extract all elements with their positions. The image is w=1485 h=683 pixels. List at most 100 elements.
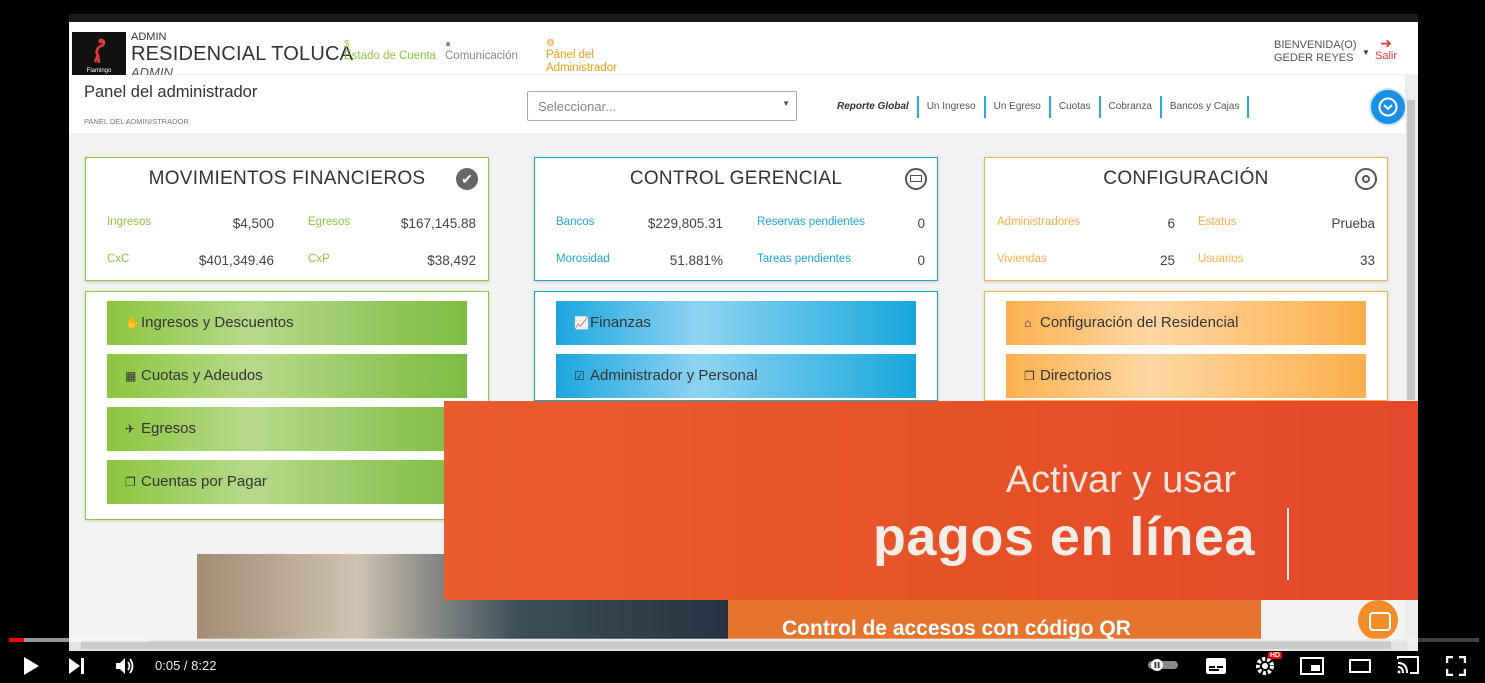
fullscreen-icon — [1445, 655, 1467, 677]
subtitles-icon — [1206, 658, 1226, 674]
house-gear-icon: ⌂ — [1024, 316, 1032, 330]
card-configuracion: CONFIGURACIÓN Administradores 6 Estatus … — [984, 157, 1388, 281]
welcome-line1: BIENVENIDA(O) — [1274, 39, 1357, 51]
flamingo-logo[interactable]: Flamingo — [72, 32, 126, 80]
ingresos-descuentos-button[interactable]: ✋Ingresos y Descuentos — [107, 301, 467, 345]
miniplayer-button[interactable] — [1300, 657, 1324, 680]
link-reporte-global[interactable]: Reporte Global — [829, 96, 919, 118]
chat-widget-button[interactable] — [1358, 600, 1398, 640]
dollar-icon: $ — [344, 39, 350, 50]
miniplayer-icon — [1300, 657, 1324, 675]
money-icon — [905, 168, 927, 190]
stat-label: Ingresos — [107, 216, 152, 228]
directorios-button[interactable]: ❐ Directorios — [1006, 354, 1366, 398]
stat-label: CxP — [308, 253, 330, 265]
chevron-down-circle-icon — [1378, 97, 1398, 117]
finanzas-button[interactable]: 📈Finanzas — [556, 301, 916, 345]
stat-value: 6 — [1167, 216, 1175, 231]
button-label: Egresos — [141, 420, 197, 437]
nav-label: Estado de Cuenta — [344, 50, 437, 62]
stat-label: Reservas pendientes — [757, 216, 866, 228]
hd-badge: HD — [1268, 652, 1283, 659]
link-cobranza[interactable]: Cobranza — [1101, 96, 1162, 118]
theater-mode-icon — [1349, 659, 1371, 673]
report-links: Reporte Global Un Ingreso Un Egreso Cuot… — [829, 96, 1250, 118]
logo-text: Flamingo — [86, 68, 112, 74]
played-bar — [9, 638, 24, 642]
documents-icon: ❐ — [1024, 369, 1035, 383]
stat-value: Prueba — [1331, 216, 1375, 231]
subtitles-button[interactable] — [1205, 657, 1227, 680]
stat-label: Bancos — [556, 216, 595, 228]
video-player[interactable]: Flamingo ADMIN RESIDENCIAL TOLUCA ADMIN … — [0, 0, 1485, 683]
nav-panel-administrador[interactable]: ⚙ Pánel del Administrador — [546, 39, 617, 75]
stat-value: 51.881% — [669, 253, 723, 268]
fullscreen-button[interactable] — [1445, 655, 1467, 681]
card-title: CONTROL GERENCIAL — [629, 168, 843, 189]
link-un-egreso[interactable]: Un Egreso — [986, 96, 1051, 118]
link-cuotas[interactable]: Cuotas — [1051, 96, 1101, 118]
user-menu-caret-icon[interactable]: ▼ — [1362, 48, 1370, 57]
link-bancos-cajas[interactable]: Bancos y Cajas — [1162, 96, 1250, 118]
egresos-button[interactable]: ✈ Egresos — [107, 407, 467, 451]
button-label: Administrador y Personal — [590, 367, 758, 384]
expand-button[interactable] — [1369, 88, 1407, 126]
time-display: 0:05 / 8:22 — [155, 658, 217, 673]
link-un-ingreso[interactable]: Un Ingreso — [919, 96, 986, 118]
stat-value: $167,145.88 — [400, 216, 476, 231]
skip-next-icon — [69, 658, 84, 674]
nav-label: Comunicación — [445, 50, 518, 62]
user-name: GEDER REYES — [1274, 52, 1354, 64]
report-select[interactable]: Seleccionar... ▼ — [527, 91, 797, 121]
org-name: RESIDENCIAL TOLUCA — [131, 43, 354, 65]
stat-value: $401,349.46 — [198, 253, 274, 268]
stat-label: Viviendas — [997, 253, 1047, 265]
progress-bar[interactable] — [9, 638, 1479, 642]
play-button[interactable] — [22, 656, 40, 681]
select-placeholder: Seleccionar... — [538, 99, 617, 114]
configuracion-residencial-button[interactable]: ⌂ Configuración del Residencial — [1006, 301, 1366, 345]
stat-value: $4,500 — [232, 216, 274, 231]
app-header: Flamingo ADMIN RESIDENCIAL TOLUCA ADMIN … — [69, 14, 1418, 83]
welcome-text: BIENVENIDA(O) GEDER REYES — [1274, 39, 1357, 65]
mute-button[interactable] — [115, 656, 137, 681]
video-frame[interactable]: Flamingo ADMIN RESIDENCIAL TOLUCA ADMIN … — [69, 14, 1418, 651]
money-out-icon: ✈ — [125, 422, 136, 436]
volume-icon — [116, 658, 134, 674]
clipboard-icon: ☑ — [574, 369, 585, 383]
cuotas-adeudos-button[interactable]: ▦ Cuotas y Adeudos — [107, 354, 467, 398]
cast-icon — [1397, 656, 1419, 674]
settings-button[interactable]: HD — [1254, 652, 1283, 682]
button-label: Cuentas por Pagar — [141, 473, 267, 490]
autoplay-toggle-icon — [1148, 659, 1178, 671]
video-title-banner: Activar y usar pagos en línea — [444, 401, 1418, 600]
page-subheader: Panel del administrador PANEL DEL ADMINI… — [69, 75, 1407, 133]
chart-line-icon: 📈 — [574, 316, 589, 330]
logout-label: Salir — [1375, 50, 1398, 62]
button-label: Ingresos y Descuentos — [141, 314, 294, 331]
cuentas-por-pagar-button[interactable]: ❐ Cuentas por Pagar — [107, 460, 467, 504]
next-button[interactable] — [68, 657, 86, 680]
nav-estado-cuenta[interactable]: $ Estado de Cuenta — [344, 39, 437, 63]
logout-button[interactable]: ➜ Salir — [1375, 36, 1397, 62]
scrollbar-thumb[interactable] — [1407, 100, 1415, 400]
stat-value: $38,492 — [427, 253, 476, 268]
administrador-personal-button[interactable]: ☑ Administrador y Personal — [556, 354, 916, 398]
button-label: Finanzas — [590, 314, 651, 331]
cast-button[interactable] — [1396, 655, 1420, 680]
stat-label: Egresos — [308, 216, 351, 228]
breadcrumb: PANEL DEL ADMINISTRADOR — [84, 117, 189, 126]
scrollbar-thumb[interactable] — [81, 641, 1391, 649]
stat-label: Estatus — [1198, 216, 1237, 228]
chevron-down-icon: ▼ — [782, 99, 790, 108]
nav-label-line2: Administrador — [546, 62, 617, 74]
gears-icon: ⚙ — [546, 38, 555, 49]
money-hand-icon: ✋ — [125, 316, 140, 330]
button-label: Cuotas y Adeudos — [141, 367, 263, 384]
nav-comunicacion[interactable]: ● Comunicación — [445, 40, 518, 63]
autoplay-toggle[interactable] — [1146, 658, 1180, 677]
theater-mode-button[interactable] — [1349, 658, 1371, 679]
card-movimientos-financieros: MOVIMIENTOS FINANCIEROS ✔ Ingresos $4,50… — [85, 157, 489, 281]
documents-icon: ❐ — [125, 475, 136, 489]
button-label: Directorios — [1040, 367, 1112, 384]
